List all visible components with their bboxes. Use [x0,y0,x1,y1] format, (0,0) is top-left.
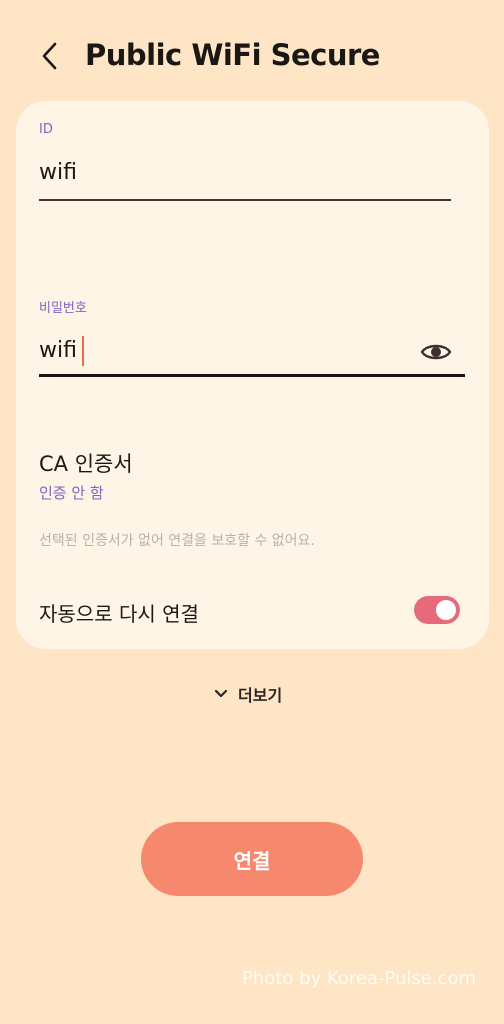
header: Public WiFi Secure [0,0,504,110]
show-password-button[interactable] [418,336,454,368]
toggle-knob [436,600,456,620]
chevron-left-icon [42,42,57,70]
chevron-down-icon [214,689,228,698]
ca-certificate-note: 선택된 인증서가 없어 연결을 보호할 수 없어요. [39,533,315,549]
password-field-underline [39,374,465,377]
more-label: 더보기 [238,686,283,705]
connect-button[interactable]: 연결 [141,822,363,896]
id-field-underline [39,199,451,201]
back-button[interactable] [30,36,70,76]
ca-certificate-setting[interactable]: CA 인증서 [39,448,133,478]
page-title: Public WiFi Secure [85,38,380,72]
password-field-label: 비밀번호 [39,301,87,316]
connect-button-label: 연결 [233,850,271,873]
id-input[interactable]: wifi [39,160,77,185]
auto-reconnect-toggle[interactable] [414,596,460,624]
auto-reconnect-label: 자동으로 다시 연결 [39,602,199,626]
eye-icon [420,344,452,360]
photo-watermark: Photo by Korea-Pulse.com [242,968,476,989]
text-cursor [82,336,84,366]
id-field-label: ID [39,122,53,137]
more-button[interactable]: 더보기 [214,682,282,706]
password-input[interactable]: wifi [39,338,77,363]
ca-certificate-value: 인증 안 함 [39,484,104,502]
